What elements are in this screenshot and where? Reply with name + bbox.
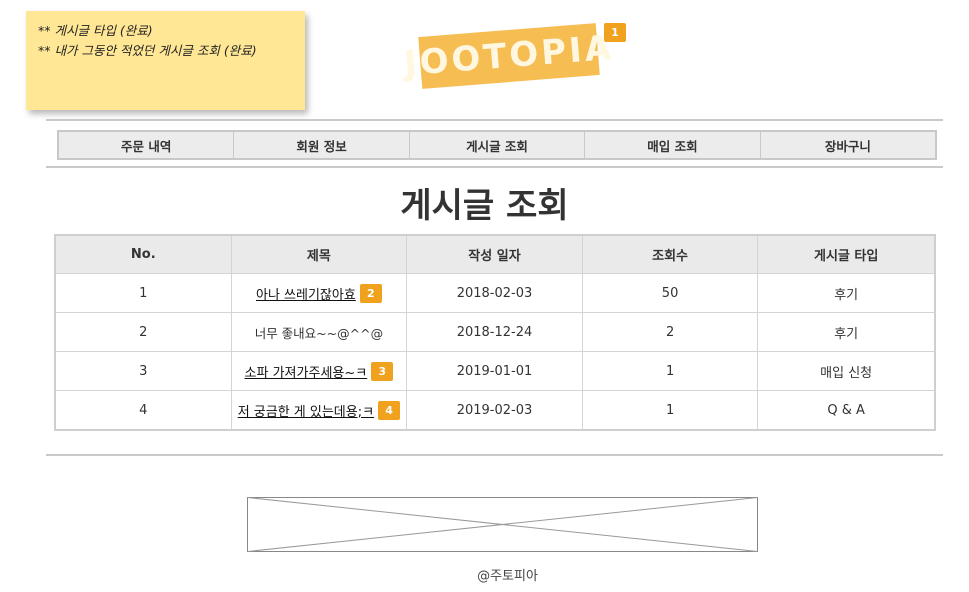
- post-title-link[interactable]: 아나 쓰레기잖아효: [256, 284, 356, 303]
- column-header-no: No.: [56, 236, 232, 273]
- nav-item-posts[interactable]: 게시글 조회: [410, 132, 586, 158]
- column-header-type: 게시글 타입: [814, 249, 879, 264]
- divider: [46, 454, 943, 456]
- cell-date: 2018-02-03: [407, 274, 583, 312]
- footer-copyright: @주토피아: [477, 569, 538, 584]
- cell-no: 1: [56, 274, 232, 312]
- table-row: 3 소파 가져가주세용~ㅋ 3 2019-01-01 1 매입 신청: [56, 352, 934, 391]
- posts-table: No. 제목 작성 일자 조회수 게시글 타입 1 아나 쓰레기잖아효 2 20…: [54, 234, 936, 431]
- post-title-text[interactable]: 너무 좋내요~~@^^@: [255, 323, 383, 342]
- logo-banner: JOOTOPIA: [403, 23, 615, 89]
- image-placeholder: [247, 497, 758, 552]
- annotation-badge: 4: [378, 401, 401, 420]
- cell-date: 2019-01-01: [407, 352, 583, 390]
- annotation-badge: 2: [359, 283, 382, 303]
- cell-title: 아나 쓰레기잖아효 2: [232, 274, 408, 312]
- cell-views: 1: [583, 352, 759, 390]
- cell-title: 소파 가져가주세용~ㅋ 3: [232, 352, 408, 390]
- cell-type: 매입 신청: [820, 365, 873, 381]
- cell-views: 1: [583, 391, 759, 430]
- table-row: 1 아나 쓰레기잖아효 2 2018-02-03 50 후기: [56, 274, 934, 313]
- post-title-link[interactable]: 저 궁금한 게 있는데용;ㅋ: [238, 401, 374, 420]
- cell-title: 저 궁금한 게 있는데용;ㅋ 4: [232, 391, 408, 430]
- cell-date: 2019-02-03: [407, 391, 583, 430]
- table-header-row: No. 제목 작성 일자 조회수 게시글 타입: [56, 236, 934, 274]
- cell-title: 너무 좋내요~~@^^@: [232, 313, 408, 351]
- main-nav: 주문 내역 회원 정보 게시글 조회 매입 조회 장바구니: [57, 130, 937, 160]
- divider: [46, 119, 943, 121]
- column-header-title: 제목: [232, 236, 408, 273]
- cell-no: 4: [56, 391, 232, 430]
- cell-no: 3: [56, 352, 232, 390]
- divider: [46, 166, 943, 168]
- post-title-link[interactable]: 소파 가져가주세용~ㅋ: [245, 362, 368, 381]
- page-title: 게시글 조회: [400, 186, 569, 226]
- annotation-badge: 3: [371, 361, 394, 381]
- annotation-badge: 1: [604, 23, 626, 42]
- cell-no: 2: [56, 313, 232, 351]
- logo[interactable]: JOOTOPIA: [403, 23, 615, 89]
- sticky-line: ** 내가 그동안 적었던 게시글 조회 (완료): [38, 43, 257, 58]
- table-row: 2 너무 좋내요~~@^^@ 2018-12-24 2 후기: [56, 313, 934, 352]
- cell-type: 후기: [834, 287, 859, 303]
- cell-date: 2018-12-24: [407, 313, 583, 351]
- cell-type: Q & A: [827, 403, 865, 418]
- cell-type: 후기: [834, 326, 859, 342]
- sticky-line: ** 게시글 타입 (완료): [38, 23, 153, 38]
- nav-item-cart[interactable]: 장바구니: [761, 132, 935, 158]
- cell-views: 2: [583, 313, 759, 351]
- sticky-note: ** 게시글 타입 (완료) ** 내가 그동안 적었던 게시글 조회 (완료): [26, 11, 305, 110]
- nav-item-member-info[interactable]: 회원 정보: [234, 132, 410, 158]
- table-row: 4 저 궁금한 게 있는데용;ㅋ 4 2019-02-03 1 Q & A: [56, 391, 934, 430]
- cell-views: 50: [583, 274, 759, 312]
- nav-item-purchases[interactable]: 매입 조회: [585, 132, 761, 158]
- column-header-date: 작성 일자: [407, 236, 583, 273]
- nav-item-orders[interactable]: 주문 내역: [59, 132, 235, 158]
- logo-text: JOOTOPIA: [402, 27, 616, 85]
- column-header-views: 조회수: [583, 236, 759, 273]
